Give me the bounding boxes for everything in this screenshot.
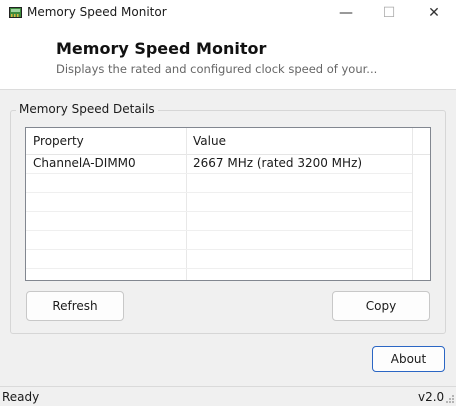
header-banner: Memory Speed Monitor Displays the rated … xyxy=(0,26,456,90)
close-icon: ✕ xyxy=(428,5,440,21)
about-button[interactable]: About xyxy=(372,346,445,372)
row-gridline xyxy=(26,211,412,212)
row-gridline xyxy=(26,192,412,193)
maximize-icon: ☐ xyxy=(382,5,396,21)
listview-header xyxy=(26,128,430,155)
header-title: Memory Speed Monitor xyxy=(56,39,267,58)
version-label: v2.0 xyxy=(418,390,445,404)
row-property-cell: ChannelA-DIMM0 xyxy=(33,156,136,170)
copy-button[interactable]: Copy xyxy=(332,291,430,321)
resize-grip-icon[interactable] xyxy=(445,394,455,404)
column-separator[interactable] xyxy=(186,128,187,280)
minimize-icon: — xyxy=(339,5,353,21)
column-separator-end xyxy=(412,128,413,280)
minimize-button[interactable]: — xyxy=(326,0,366,26)
column-header-property[interactable]: Property xyxy=(33,134,84,148)
memory-chip-icon xyxy=(9,7,22,18)
status-bar: Ready v2.0 xyxy=(0,386,456,406)
column-header-value[interactable]: Value xyxy=(193,134,226,148)
row-value-cell: 2667 MHz (rated 3200 MHz) xyxy=(193,156,363,170)
status-text: Ready xyxy=(2,390,40,404)
close-button[interactable]: ✕ xyxy=(414,0,454,26)
row-gridline xyxy=(26,249,412,250)
row-gridline xyxy=(26,268,412,269)
row-gridline xyxy=(26,230,412,231)
maximize-button[interactable]: ☐ xyxy=(369,0,409,26)
groupbox-label: Memory Speed Details xyxy=(16,102,158,116)
header-subtitle: Displays the rated and configured clock … xyxy=(56,62,378,76)
memory-speed-listview[interactable]: Property Value ChannelA-DIMM0 2667 MHz (… xyxy=(25,127,431,281)
row-gridline xyxy=(26,173,412,174)
title-bar: Memory Speed Monitor — ☐ ✕ xyxy=(0,0,456,26)
window-title: Memory Speed Monitor xyxy=(27,5,167,19)
refresh-button[interactable]: Refresh xyxy=(26,291,124,321)
